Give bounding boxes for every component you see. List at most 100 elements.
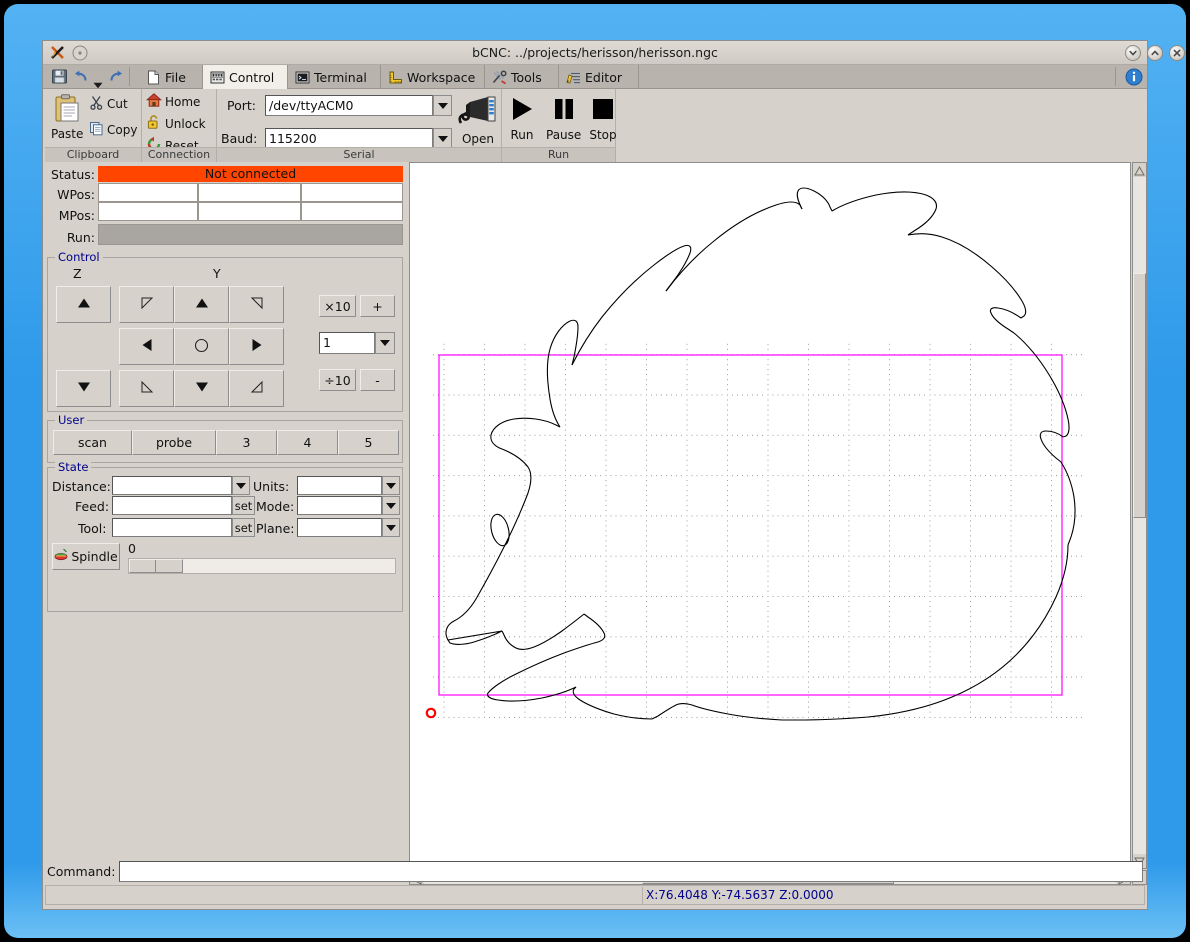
home-button[interactable]: Home <box>145 92 200 111</box>
unlock-button[interactable]: Unlock <box>146 114 206 133</box>
cut-icon <box>89 95 104 113</box>
mode-dropdown-arrow[interactable] <box>382 496 400 515</box>
title-bar: bCNC: ../projects/herisson/herisson.ngc <box>43 41 1185 65</box>
run-button[interactable]: Run <box>508 95 536 142</box>
toolpath-drawing <box>425 187 1086 721</box>
jog-left-button[interactable] <box>119 328 174 365</box>
jog-z-up-button[interactable] <box>56 286 111 323</box>
scroll-up-arrow[interactable] <box>1133 163 1146 177</box>
tool-label: Tool: <box>78 521 107 536</box>
terminal-icon <box>295 70 310 85</box>
redo-icon[interactable] <box>107 68 124 89</box>
copy-label: Copy <box>107 123 138 137</box>
jog-right-icon <box>251 338 263 355</box>
ribbon-group-label: Clipboard <box>45 147 141 162</box>
vertical-scrollbar[interactable] <box>1132 162 1147 869</box>
baud-input[interactable]: 115200 <box>265 128 433 149</box>
step-divide-button[interactable]: ÷10 <box>319 369 356 391</box>
jog-up-left-icon <box>140 296 154 313</box>
wpos-label: WPos: <box>57 187 95 202</box>
copy-icon <box>89 121 104 139</box>
user-button-5[interactable]: 5 <box>338 430 399 455</box>
paste-button[interactable]: Paste <box>51 93 83 141</box>
feed-input[interactable] <box>112 496 232 515</box>
port-dropdown-arrow[interactable] <box>433 95 452 116</box>
close-button[interactable] <box>1169 45 1185 61</box>
undo-icon[interactable] <box>73 68 90 89</box>
tab-terminal[interactable]: Terminal <box>288 65 381 89</box>
tool-input[interactable] <box>112 518 232 537</box>
command-label: Command: <box>47 864 116 879</box>
units-input[interactable] <box>297 476 382 495</box>
plane-input[interactable] <box>297 518 382 537</box>
maximize-button[interactable] <box>1147 45 1163 61</box>
user-button-3[interactable]: 3 <box>216 430 277 455</box>
step-dropdown-arrow[interactable] <box>375 332 395 354</box>
jog-up-right-button[interactable] <box>229 286 284 323</box>
step-minus-button[interactable]: - <box>360 369 395 391</box>
jog-z-down-button[interactable] <box>56 370 111 407</box>
step-multiply-button[interactable]: ×10 <box>319 295 356 317</box>
user-button-probe[interactable]: probe <box>132 430 216 455</box>
info-icon[interactable] <box>1125 68 1143 90</box>
tab-label: Workspace <box>407 69 476 85</box>
serial-connect-icon <box>457 93 499 132</box>
paste-label: Paste <box>51 127 84 141</box>
slider-grip <box>155 560 156 572</box>
command-input[interactable] <box>119 861 1143 882</box>
run-label: Run: <box>66 230 95 245</box>
plane-dropdown-arrow[interactable] <box>382 518 400 537</box>
baud-dropdown-arrow[interactable] <box>433 128 452 149</box>
mpos-z-field <box>301 202 403 221</box>
command-row: Command: <box>45 861 1145 883</box>
control-icon <box>210 70 225 85</box>
tab-workspace[interactable]: Workspace <box>381 65 485 89</box>
distance-dropdown-arrow[interactable] <box>232 476 250 495</box>
ribbon-toolbar: Paste Cut Copy Clipboard Home Unlock Res… <box>43 89 1147 162</box>
jog-home-button[interactable] <box>174 328 229 365</box>
spindle-slider-thumb[interactable] <box>129 559 183 573</box>
state-group: State Distance: Units: Feed: set Mode: T… <box>47 460 403 612</box>
feed-label: Feed: <box>75 499 110 514</box>
tab-file[interactable]: File <box>139 65 203 89</box>
vertical-scroll-thumb[interactable] <box>1133 273 1146 518</box>
tab-editor[interactable]: Editor <box>559 65 639 89</box>
feed-set-button[interactable]: set <box>232 496 255 515</box>
status-bar: X:76.4048 Y:-74.5637 Z:0.0000 <box>45 885 1145 905</box>
jog-up-right-icon <box>250 296 264 313</box>
port-input[interactable]: /dev/ttyACM0 <box>265 95 433 116</box>
jog-up-left-button[interactable] <box>119 286 174 323</box>
pause-button[interactable]: Pause <box>546 95 581 142</box>
z-up-arrow-icon <box>77 297 91 312</box>
jog-right-button[interactable] <box>229 328 284 365</box>
jog-down-button[interactable] <box>174 370 229 407</box>
step-plus-button[interactable]: + <box>360 295 395 317</box>
save-icon[interactable] <box>51 68 68 89</box>
user-button-4[interactable]: 4 <box>277 430 338 455</box>
control-group-label: Control <box>55 250 103 264</box>
home-icon <box>145 92 163 111</box>
mode-input[interactable] <box>297 496 382 515</box>
tab-tools[interactable]: Tools <box>485 65 559 89</box>
jog-down-right-button[interactable] <box>229 370 284 407</box>
tab-control[interactable]: Control <box>203 65 288 89</box>
spindle-toggle-button[interactable]: Spindle <box>52 543 120 570</box>
gcode-canvas[interactable] <box>409 162 1131 869</box>
spindle-slider-track[interactable] <box>128 558 396 574</box>
units-dropdown-arrow[interactable] <box>382 476 400 495</box>
axis-label-z: Z <box>73 266 82 281</box>
step-value-input[interactable]: 1 <box>319 332 375 354</box>
copy-button[interactable]: Copy <box>89 121 137 139</box>
tool-set-button[interactable]: set <box>232 518 255 537</box>
cut-button[interactable]: Cut <box>89 95 128 113</box>
control-left-panel: Status: Not connected WPos: MPos: Run: C… <box>45 162 407 885</box>
open-button[interactable]: Open <box>457 93 499 146</box>
minimize-button[interactable] <box>1125 45 1141 61</box>
jog-up-button[interactable] <box>174 286 229 323</box>
cut-label: Cut <box>107 97 128 111</box>
baud-label: Baud: <box>221 131 258 146</box>
distance-input[interactable] <box>112 476 232 495</box>
jog-down-left-button[interactable] <box>119 370 174 407</box>
stop-button[interactable]: Stop <box>589 95 617 142</box>
user-button-scan[interactable]: scan <box>53 430 132 455</box>
